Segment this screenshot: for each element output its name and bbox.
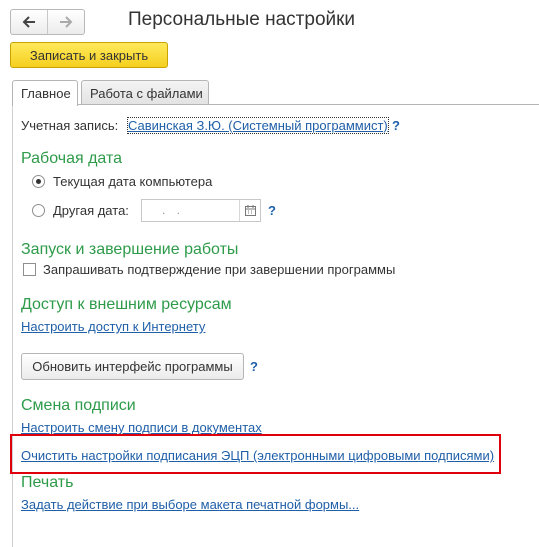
startup-title: Запуск и завершение работы: [21, 241, 239, 258]
internet-access-link[interactable]: Настроить доступ к Интернету: [21, 319, 205, 334]
forward-button[interactable]: [47, 10, 84, 34]
external-resources-title: Доступ к внешним ресурсам: [21, 296, 232, 313]
date-placeholder: . .: [162, 203, 185, 217]
radio-other-date-label: Другая дата:: [53, 203, 129, 218]
radio-current-date[interactable]: [32, 175, 45, 188]
print-title: Печать: [21, 474, 74, 491]
signature-change-link[interactable]: Настроить смену подписи в документах: [21, 420, 262, 435]
confirm-exit-label: Запрашивать подтверждение при завершении…: [43, 262, 396, 277]
tab-files[interactable]: Работа с файлами: [81, 80, 209, 105]
navigation-buttons: [10, 9, 85, 35]
arrow-left-icon: [22, 16, 35, 28]
refresh-interface-button[interactable]: Обновить интерфейс программы: [21, 353, 244, 380]
calendar-button[interactable]: [239, 200, 260, 221]
refresh-help-icon[interactable]: ?: [250, 359, 258, 374]
work-date-title: Рабочая дата: [21, 150, 123, 167]
tab-main[interactable]: Главное: [12, 80, 78, 106]
tab-panel-border: [12, 104, 13, 547]
radio-current-date-label: Текущая дата компьютера: [53, 174, 213, 189]
tab-divider: [12, 104, 539, 105]
account-link[interactable]: Савинская З.Ю. (Системный программист): [127, 117, 389, 134]
other-date-input[interactable]: . .: [141, 199, 261, 222]
window-title: Персональные настройки: [128, 9, 356, 30]
arrow-right-icon: [60, 16, 73, 28]
confirm-exit-checkbox[interactable]: [23, 263, 36, 276]
account-help-icon[interactable]: ?: [392, 118, 400, 133]
clear-signature-settings-link[interactable]: Очистить настройки подписания ЭЦП (элект…: [21, 448, 494, 463]
print-action-link[interactable]: Задать действие при выборе макета печатн…: [21, 497, 359, 512]
calendar-icon: [244, 205, 256, 216]
date-help-icon[interactable]: ?: [268, 203, 276, 218]
save-and-close-button[interactable]: Записать и закрыть: [10, 42, 168, 68]
radio-other-date[interactable]: [32, 204, 45, 217]
signature-title: Смена подписи: [21, 397, 136, 414]
account-label: Учетная запись:: [21, 118, 119, 133]
back-button[interactable]: [11, 10, 47, 34]
